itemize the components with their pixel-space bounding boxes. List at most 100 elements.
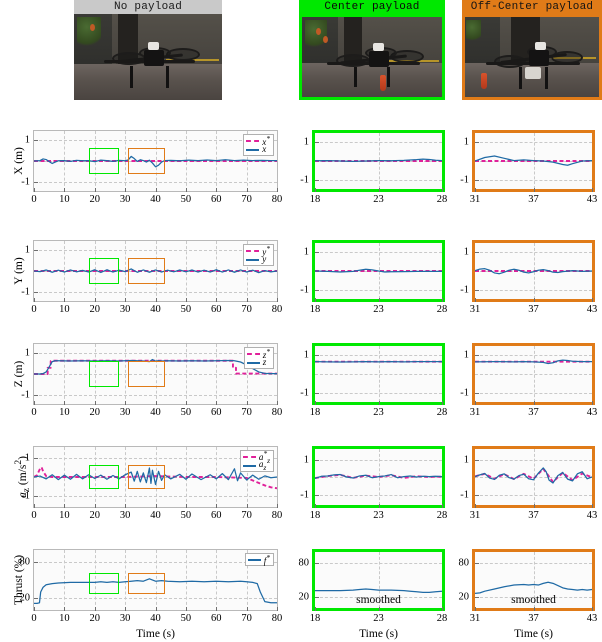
legend-az: a*z az [239,448,274,472]
xtick-label: 28 [436,407,448,418]
legend-label: y [262,254,267,264]
highlight-rect-center [88,258,120,284]
xtick-label: 37 [528,304,539,315]
xtick-label: 0 [31,510,37,521]
legend-swatch [246,258,260,261]
gridline-v [378,133,380,189]
legend-swatch [246,352,260,355]
xtick-mark [216,188,218,192]
xtick-label: 70 [241,304,252,315]
gridline-v [378,243,380,299]
ytick-mark [34,458,38,460]
axes-x-full [33,130,278,192]
xtick-label: 50 [180,613,192,624]
xtick-label: 18 [309,407,321,418]
xtick-mark [125,298,127,302]
xtick-label: 43 [586,304,598,315]
gridline-h [34,394,277,396]
series-a-starz [315,473,442,479]
gridline-v [216,447,218,507]
xtick-mark [592,401,593,405]
ytick-mark [475,290,479,292]
xtick-label: 37 [528,194,539,205]
xtick-mark [155,607,157,611]
legend-label: a*z [258,448,270,465]
ytick-label: 1 [303,136,309,148]
series-f-star [475,581,592,595]
ylabel-x: X (m) [13,147,25,175]
xtick-mark [246,607,248,611]
gridline-v [125,131,127,191]
gridline-v [246,241,248,301]
xtick-mark [533,607,535,611]
xtick-label: 0 [31,304,37,315]
axes-x-center [312,130,445,192]
highlight-rect-center [88,572,120,595]
gridline-v [378,449,380,505]
legend-swatch [242,455,256,458]
ytick-label: -1 [460,284,469,296]
gridline-h [315,596,442,598]
xtick-label: 31 [469,407,481,418]
gridline-h [315,374,442,375]
xtick-mark [185,298,187,302]
ytick-label: 20 [458,591,470,603]
xtick-mark [246,401,248,405]
ytick-label: -1 [460,174,469,186]
photo-image-no-payload [74,14,222,100]
gridline-v [533,449,535,505]
xtick-label: 50 [180,194,192,205]
xtick-mark [475,504,476,508]
xtick-mark [185,401,187,405]
xtick-mark [378,504,380,508]
xtick-label: 43 [586,407,598,418]
ytick-label: 1 [463,246,469,258]
series-a-starz [475,468,592,483]
gridline-v [246,550,248,610]
ytick-mark [315,494,319,496]
gridline-v [378,346,380,402]
xtick-label: 80 [271,194,283,205]
series-z [34,358,277,375]
xtick-label: 23 [373,510,384,521]
ytick-label: 1 [24,452,30,464]
axes-thrust-full [33,549,278,611]
ytick-mark [315,251,319,253]
ytick-mark [34,598,38,599]
ylabel-y: Y (m) [13,257,25,285]
gridline-v [246,131,248,191]
ytick-mark [475,563,479,565]
xlabel-time: Time (s) [514,628,553,640]
trace-group [34,466,277,490]
ytick-mark [315,563,319,565]
xtick-label: 31 [469,194,481,205]
xtick-mark [378,607,380,611]
gridline-v [185,344,187,404]
gridline-h [34,250,277,252]
axes-az-offcenter [472,446,595,508]
xtick-mark [475,401,476,405]
xtick-mark [592,504,593,508]
xtick-label: 60 [211,613,222,624]
xtick-label: 50 [180,304,192,315]
xtick-mark [277,607,278,611]
trace-group [34,155,277,168]
xtick-mark [94,298,96,302]
xtick-label: 43 [586,194,598,205]
xtick-mark [442,188,443,192]
xtick-mark [246,504,248,508]
xtick-mark [315,607,316,611]
xtick-mark [442,298,443,302]
xtick-mark [246,188,248,192]
xtick-mark [185,188,187,192]
ytick-label: 1 [24,347,30,359]
highlight-rect-center [88,465,120,489]
photo-title-center-payload: Center payload [299,0,445,14]
gridline-v [155,550,157,610]
ytick-mark [34,291,38,293]
ytick-mark [34,250,38,252]
xtick-label: 23 [373,407,384,418]
gridline-h [475,596,592,598]
legend-label: az [258,458,267,472]
gridline-h [315,180,442,182]
